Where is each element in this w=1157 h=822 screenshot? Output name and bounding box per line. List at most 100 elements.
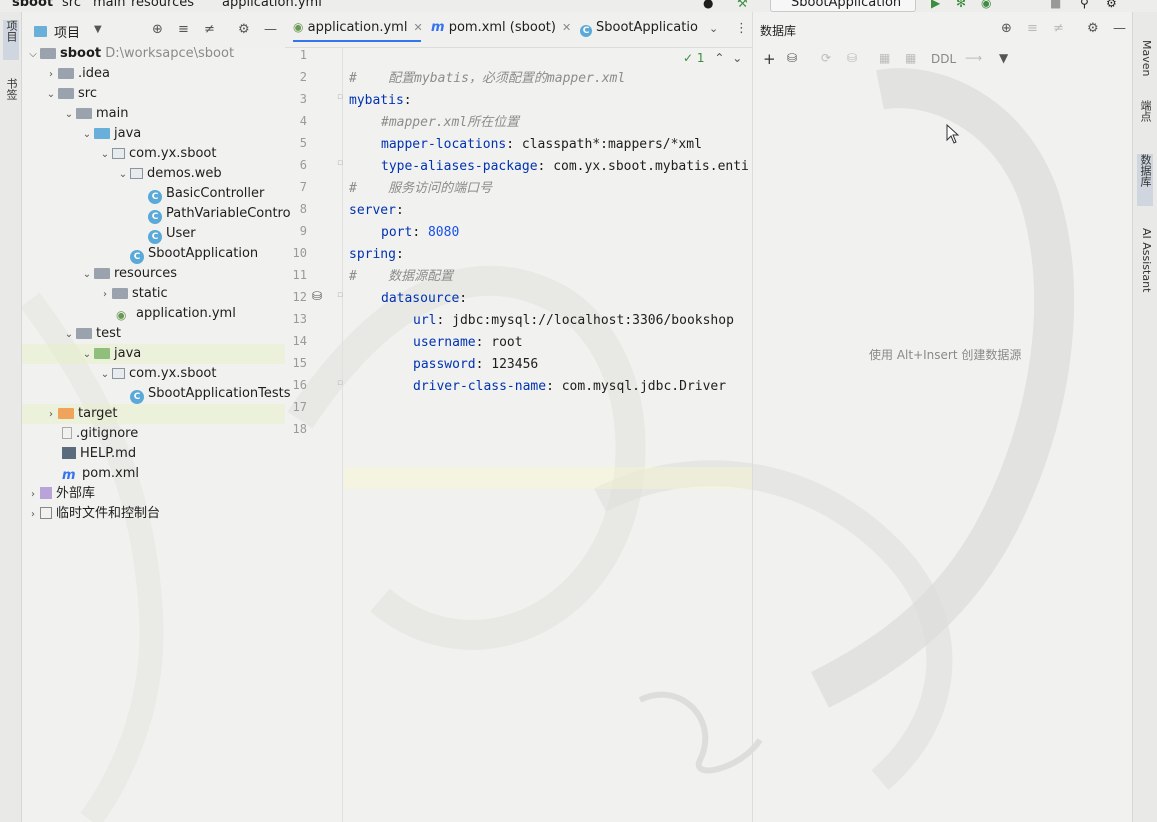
search-icon[interactable]: ⚲ — [1080, 0, 1089, 10]
editor-tab-bar: ◉ application.yml ✕ m pom.xml (sboot) ✕ CS… — [285, 12, 752, 48]
locate-icon[interactable]: ⊕ — [1001, 21, 1012, 36]
library-icon — [40, 487, 52, 499]
code-line-13: url: jdbc:mysql://localhost:3306/booksho… — [413, 313, 734, 328]
fold-icon[interactable]: ▫ — [337, 290, 343, 300]
coverage-icon[interactable]: ◉ — [981, 0, 991, 10]
tree-item-help-md[interactable]: HELP.md — [62, 444, 136, 464]
debug-icon[interactable]: ✻ — [956, 0, 966, 10]
tree-item-test-package[interactable]: ⌄ com.yx.sboot — [98, 364, 217, 384]
tree-item-sboot-application[interactable]: C SbootApplication — [130, 244, 258, 264]
run-configuration-selector[interactable]: SbootApplication — [770, 0, 916, 12]
tab-pom-xml[interactable]: m pom.xml (sboot) ✕ — [431, 20, 571, 42]
maven-tool-tab[interactable]: Maven — [1137, 40, 1153, 84]
minimize-icon[interactable]: — — [264, 22, 277, 37]
tree-item-external-libraries[interactable]: › 外部库 — [26, 484, 95, 504]
settings-icon[interactable]: ⚙ — [1106, 0, 1117, 10]
refresh-icon[interactable]: ⟳ — [821, 51, 831, 65]
tree-item-idea[interactable]: › .idea — [44, 64, 110, 84]
filter-icon[interactable]: ▼ — [999, 51, 1008, 65]
code-editor[interactable]: # 配置mybatis，必须配置的mapper.xml mybatis: #ma… — [344, 48, 752, 822]
database-tool-tab[interactable]: 数据库 — [1137, 154, 1153, 206]
tree-item-basic-controller[interactable]: C BasicController — [148, 184, 264, 204]
tree-item-resources[interactable]: ⌄ resources — [80, 264, 177, 284]
table-icon[interactable]: ▦ — [905, 51, 916, 65]
tree-item-main[interactable]: ⌄ main — [62, 104, 129, 124]
tree-item-pom-xml[interactable]: m pom.xml — [62, 464, 139, 484]
ai-assistant-tool-tab[interactable]: AI Assistant — [1137, 228, 1153, 320]
current-line-highlight — [344, 467, 752, 489]
console-icon[interactable]: ▦ — [879, 51, 890, 65]
code-line-16: driver-class-name: com.mysql.jdbc.Driver — [413, 379, 727, 394]
endpoints-tool-tab[interactable]: 端点 — [1137, 100, 1153, 140]
tree-item-sboot-application-tests[interactable]: C SbootApplicationTests — [130, 384, 291, 404]
tab-application-yml[interactable]: ◉ application.yml ✕ — [293, 20, 423, 42]
tree-item-gitignore[interactable]: .gitignore — [62, 424, 138, 444]
project-panel-title[interactable]: 项目 — [54, 22, 80, 41]
line-number: 4 — [299, 114, 307, 128]
tree-item-src[interactable]: ⌄ src — [44, 84, 97, 104]
code-line-12: datasource: — [381, 291, 468, 306]
next-highlight-icon: ⌄ — [732, 51, 743, 65]
line-number: 15 — [292, 356, 307, 370]
collapse-all-icon[interactable]: ≠ — [204, 22, 215, 37]
schema-icon[interactable]: ⛁ — [847, 51, 857, 65]
chevron-down-icon[interactable]: ⌄ — [709, 22, 718, 35]
locate-file-icon[interactable]: ⊕ — [152, 22, 163, 37]
fold-icon[interactable]: ▫ — [337, 158, 343, 168]
fold-icon[interactable]: ▫ — [337, 92, 343, 102]
expand-all-icon[interactable]: ≡ — [178, 22, 189, 37]
breadcrumb-resources[interactable]: resources — [131, 0, 194, 10]
code-line-15: password: 123456 — [413, 357, 539, 372]
tree-item-test[interactable]: ⌄ test — [62, 324, 121, 344]
code-line-3: mybatis: — [349, 93, 412, 108]
bookmarks-tool-tab[interactable]: 书签 — [3, 78, 19, 118]
stop-icon[interactable]: ■ — [1050, 0, 1061, 10]
ddl-button[interactable]: DDL — [931, 52, 956, 66]
run-icon[interactable]: ▶ — [931, 0, 940, 10]
breadcrumb-file[interactable]: application.yml — [222, 0, 322, 10]
line-number: 11 — [292, 268, 307, 282]
database-gutter-icon[interactable]: ⛁ — [312, 289, 322, 303]
database-panel-title: 数据库 — [760, 24, 797, 38]
fold-icon[interactable]: ▫ — [337, 378, 343, 388]
account-icon[interactable]: ● — [703, 0, 713, 10]
build-hammer-icon[interactable]: ⚒ — [737, 0, 748, 10]
tree-item-sboot[interactable]: ⌵ sboot D:\worksapce\sboot — [26, 44, 234, 64]
tree-item-target[interactable]: › target — [22, 404, 285, 424]
breadcrumb-main[interactable]: main — [93, 0, 125, 10]
chevron-down-icon[interactable]: ▼ — [94, 24, 102, 35]
expand-all-icon[interactable]: ≡ — [1027, 21, 1038, 36]
tree-item-java[interactable]: ⌄ java — [80, 124, 141, 144]
collapse-all-icon[interactable]: ≠ — [1053, 21, 1064, 36]
tab-sboot-application[interactable]: C SbootApplicatio — [580, 20, 700, 42]
tree-item-package[interactable]: ⌄ com.yx.sboot — [98, 144, 217, 164]
problem-count: 1 — [696, 51, 705, 65]
tree-item-path-variable-controller[interactable]: C PathVariableContro — [148, 204, 291, 224]
line-number: 5 — [299, 136, 307, 150]
tree-item-demos-web[interactable]: ⌄ demos.web — [116, 164, 222, 184]
line-number: 14 — [292, 334, 307, 348]
project-tool-tab[interactable]: 项目 — [3, 20, 19, 60]
gear-icon[interactable]: ⚙ — [1087, 21, 1099, 36]
yaml-file-icon: ◉ — [116, 308, 127, 322]
tree-item-test-java[interactable]: ⌄ java — [22, 344, 285, 364]
more-options-icon[interactable]: ⋮ — [735, 21, 748, 36]
code-line-4: #mapper.xml所在位置 — [381, 115, 520, 130]
jump-icon[interactable]: ⟶ — [965, 51, 982, 65]
line-number: 6 — [299, 158, 307, 172]
tree-item-static[interactable]: › static — [98, 284, 168, 304]
breadcrumb-src[interactable]: src — [62, 0, 81, 10]
prev-highlight-icon: ⌃ — [714, 51, 725, 65]
tree-item-scratches[interactable]: › 临时文件和控制台 — [26, 504, 160, 524]
code-line-10: spring: — [349, 247, 404, 262]
tree-item-application-yml[interactable]: ◉ application.yml — [116, 304, 236, 324]
add-datasource-icon[interactable]: + — [763, 50, 776, 68]
close-icon: ✕ — [561, 21, 572, 34]
code-line-11: # 数据源配置 — [349, 269, 454, 284]
minimize-icon[interactable]: — — [1113, 21, 1126, 36]
inspection-widget[interactable]: ✓ 1 ⌃ ⌄ — [683, 51, 742, 65]
breadcrumb-project[interactable]: sboot — [12, 0, 53, 10]
gear-icon[interactable]: ⚙ — [238, 22, 250, 37]
tree-item-user[interactable]: C User — [148, 224, 196, 244]
datasource-properties-icon[interactable]: ⛁ — [787, 51, 797, 65]
